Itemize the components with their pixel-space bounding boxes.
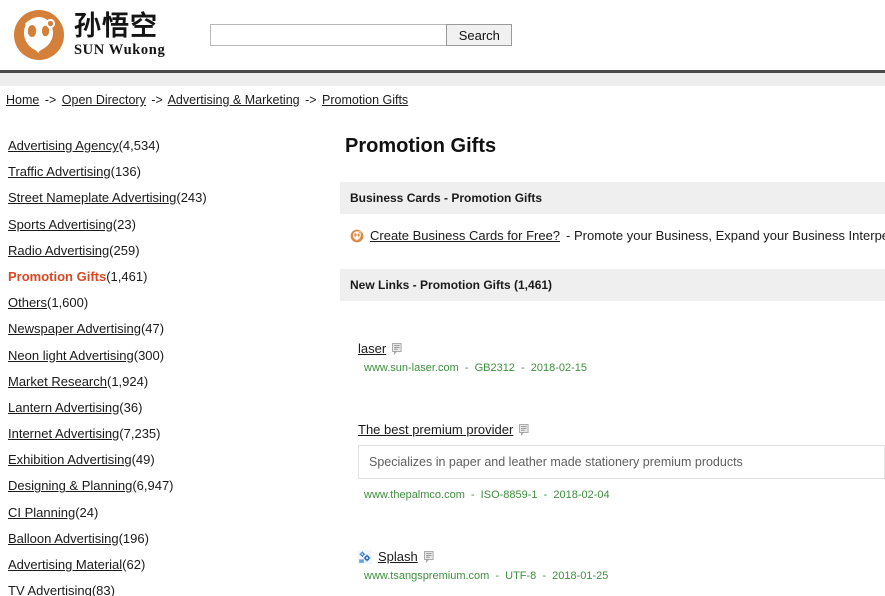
listing-date: 2018-02-15 <box>531 362 587 374</box>
list-item: The best premium provider Specializes in… <box>340 422 885 501</box>
sidebar-item-internet-advertising[interactable]: Internet Advertising(7,235) <box>8 427 340 440</box>
search-input[interactable] <box>210 24 446 46</box>
listing-title-row: laser <box>358 341 885 356</box>
header-divider-band <box>0 73 885 87</box>
breadcrumb-separator: -> <box>305 93 316 107</box>
listing-title-link[interactable]: laser <box>358 341 386 356</box>
listing-meta: www.thepalmco.com - ISO-8859-1 - 2018-02… <box>358 489 885 501</box>
listing-title-link[interactable]: The best premium provider <box>358 422 513 437</box>
listing-charset: ISO-8859-1 <box>481 489 538 501</box>
comment-icon[interactable] <box>519 424 530 436</box>
sidebar-item-advertising-agency[interactable]: Advertising Agency(4,534) <box>8 139 340 152</box>
listing-meta: www.tsangspremium.com - UTF-8 - 2018-01-… <box>358 570 885 582</box>
create-business-cards-link[interactable]: Create Business Cards for Free? <box>370 228 560 243</box>
listing-title-link[interactable]: Splash <box>378 549 418 564</box>
promo-tail-text: - Promote your Business, Expand your Bus… <box>566 228 885 243</box>
comment-icon[interactable] <box>392 343 403 355</box>
breadcrumb-separator: -> <box>151 93 162 107</box>
listing-url[interactable]: www.thepalmco.com <box>364 489 465 501</box>
breadcrumb-item-advertising-marketing[interactable]: Advertising & Marketing <box>168 93 300 107</box>
breadcrumb: Home -> Open Directory -> Advertising & … <box>0 87 885 107</box>
site-header: 孙悟空 SUN Wukong Search <box>0 0 885 70</box>
listing-url[interactable]: www.tsangspremium.com <box>364 570 489 582</box>
listing-date: 2018-02-04 <box>553 489 609 501</box>
site-logo[interactable]: 孙悟空 SUN Wukong <box>12 8 165 62</box>
sidebar-item-others[interactable]: Others(1,600) <box>8 296 340 309</box>
search-area: Search <box>210 24 512 46</box>
sidebar-item-neon-light-advertising[interactable]: Neon light Advertising(300) <box>8 349 340 362</box>
listing-date: 2018-01-25 <box>552 570 608 582</box>
sidebar-item-promotion-gifts[interactable]: Promotion Gifts(1,461) <box>8 270 340 283</box>
promo-business-cards-row: Create Business Cards for Free? - Promot… <box>340 228 885 243</box>
list-item: laser www.sun-laser.com - GB2312 - 2018-… <box>340 341 885 374</box>
sidebar-item-market-research[interactable]: Market Research(1,924) <box>8 375 340 388</box>
logo-chinese-name: 孙悟空 <box>74 13 165 40</box>
sidebar-item-traffic-advertising[interactable]: Traffic Advertising(136) <box>8 165 340 178</box>
section-header-new-links: New Links - Promotion Gifts (1,461) <box>340 269 885 301</box>
sidebar-item-balloon-advertising[interactable]: Balloon Advertising(196) <box>8 532 340 545</box>
listing-title-row: Splash <box>358 549 885 564</box>
breadcrumb-item-home[interactable]: Home <box>6 93 39 107</box>
listing-charset: GB2312 <box>475 362 515 374</box>
breadcrumb-item-open-directory[interactable]: Open Directory <box>62 93 146 107</box>
search-button[interactable]: Search <box>446 24 512 46</box>
listing-url[interactable]: www.sun-laser.com <box>364 362 459 374</box>
blue-gears-favicon-icon <box>358 550 372 564</box>
breadcrumb-item-promotion-gifts[interactable]: Promotion Gifts <box>322 93 408 107</box>
sidebar-item-radio-advertising[interactable]: Radio Advertising(259) <box>8 244 340 257</box>
page-body: Advertising Agency(4,534) Traffic Advert… <box>0 107 885 596</box>
list-item: Splash www.tsangspremium.com - UTF-8 - 2… <box>340 549 885 582</box>
sidebar-item-designing-planning[interactable]: Designing & Planning(6,947) <box>8 479 340 492</box>
listing-title-row: The best premium provider <box>358 422 885 437</box>
listing-meta: www.sun-laser.com - GB2312 - 2018-02-15 <box>358 362 885 374</box>
sidebar-item-ci-planning[interactable]: CI Planning(24) <box>8 506 340 519</box>
section-header-business-cards: Business Cards - Promotion Gifts <box>340 182 885 214</box>
sidebar-item-tv-advertising[interactable]: TV Advertising(83) <box>8 584 340 596</box>
sidebar-item-sports-advertising[interactable]: Sports Advertising(23) <box>8 218 340 231</box>
sidebar-item-advertising-material[interactable]: Advertising Material(62) <box>8 558 340 571</box>
monkey-circle-favicon-icon <box>350 229 364 243</box>
sidebar-item-newspaper-advertising[interactable]: Newspaper Advertising(47) <box>8 322 340 335</box>
sidebar-item-lantern-advertising[interactable]: Lantern Advertising(36) <box>8 401 340 414</box>
listing-description: Specializes in paper and leather made st… <box>358 445 885 479</box>
page-title: Promotion Gifts <box>345 135 885 158</box>
sidebar-item-street-nameplate-advertising[interactable]: Street Nameplate Advertising(243) <box>8 191 340 204</box>
breadcrumb-separator: -> <box>45 93 56 107</box>
sidebar-item-exhibition-advertising[interactable]: Exhibition Advertising(49) <box>8 453 340 466</box>
monkey-circle-logo-icon <box>12 8 66 62</box>
main-content: Promotion Gifts Business Cards - Promoti… <box>340 107 885 592</box>
logo-wordmark: 孙悟空 SUN Wukong <box>74 13 165 58</box>
listing-charset: UTF-8 <box>505 570 536 582</box>
comment-icon[interactable] <box>424 551 435 563</box>
logo-english-name: SUN Wukong <box>74 43 165 58</box>
category-sidebar: Advertising Agency(4,534) Traffic Advert… <box>0 107 340 596</box>
